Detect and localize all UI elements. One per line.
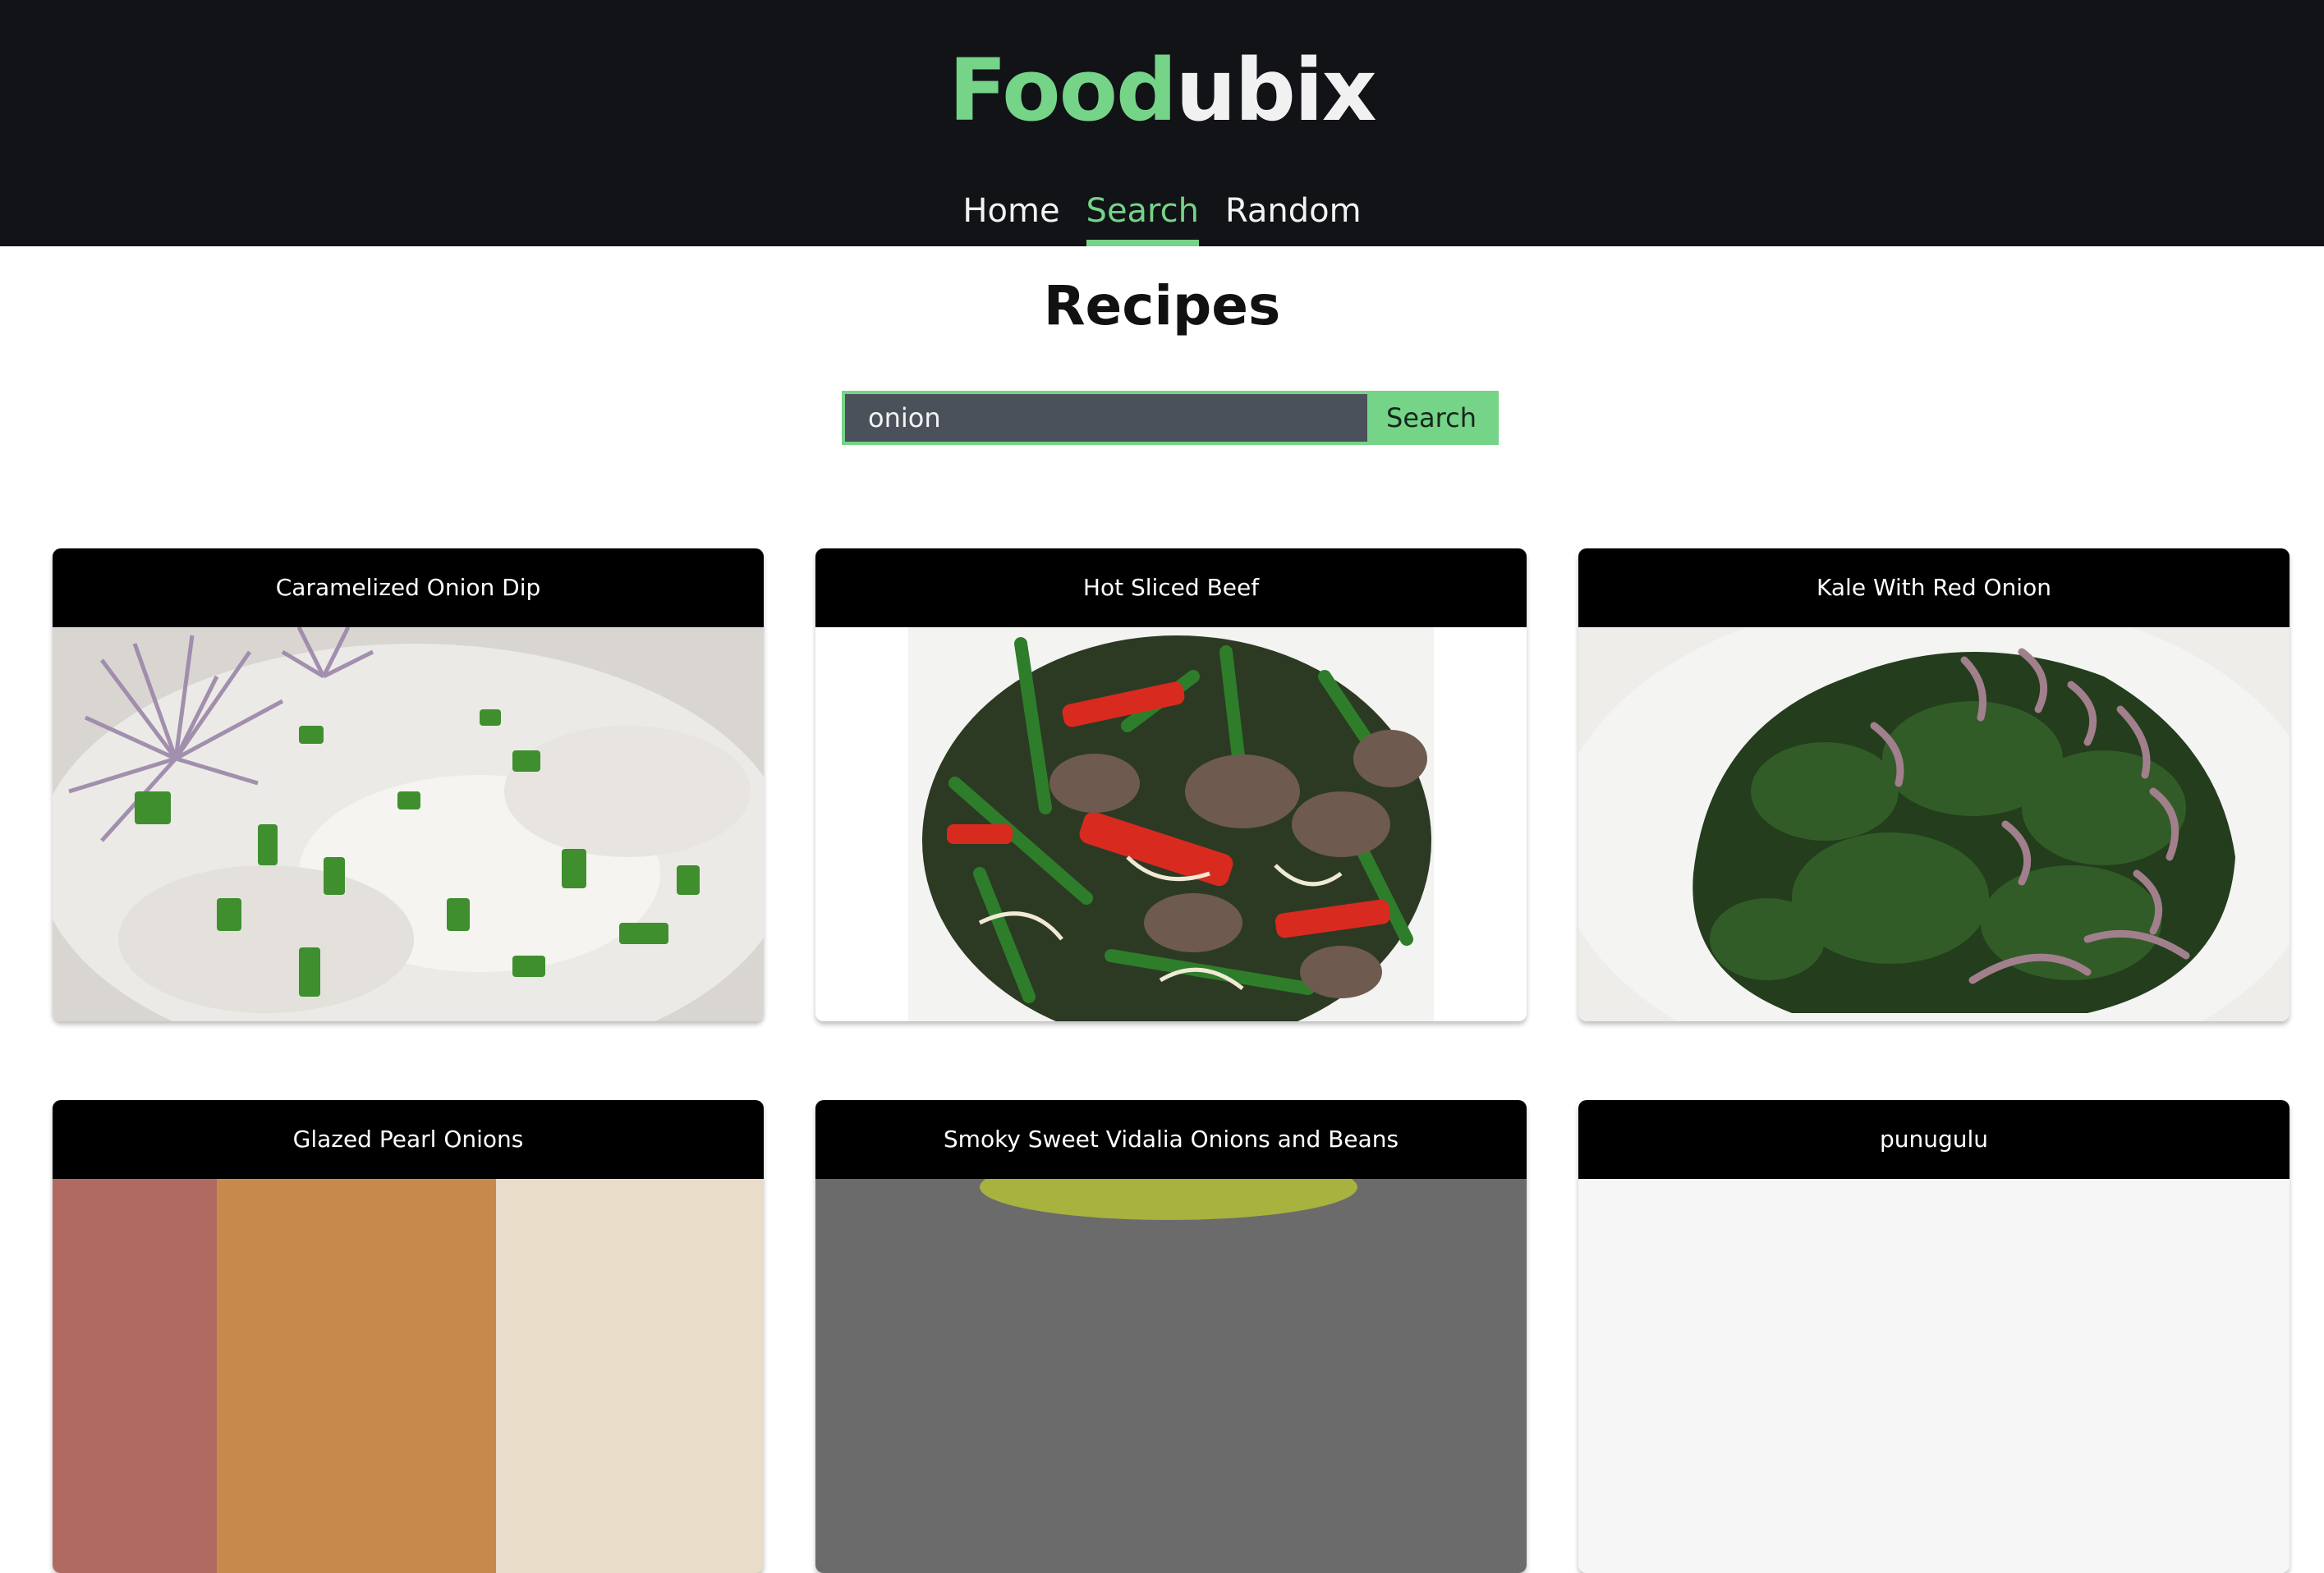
recipe-card-image[interactable] (53, 627, 764, 1021)
pearl-onions-photo (53, 1179, 764, 1573)
logo-part-food: Food (948, 40, 1177, 140)
recipe-card-title[interactable]: Smoky Sweet Vidalia Onions and Beans (815, 1100, 1527, 1179)
site-header: Foodubix Home Search Random (0, 0, 2324, 246)
site-logo[interactable]: Foodubix (0, 37, 2324, 144)
recipe-card[interactable]: Kale With Red Onion (1578, 548, 2290, 1021)
recipe-card-image[interactable] (53, 1179, 764, 1573)
recipe-card[interactable]: Hot Sliced Beef (815, 548, 1527, 1021)
punugulu-photo (1578, 1179, 2290, 1573)
recipe-card-image[interactable] (1578, 1179, 2290, 1573)
page-title: Recipes (1043, 274, 1281, 337)
recipe-card[interactable]: Glazed Pearl Onions (53, 1100, 764, 1573)
recipe-card-image[interactable] (1578, 627, 2290, 1021)
search-input[interactable] (845, 394, 1367, 442)
search-form: Search (842, 391, 1499, 445)
recipe-card[interactable]: Smoky Sweet Vidalia Onions and Beans (815, 1100, 1527, 1573)
nav-search[interactable]: Search (1086, 179, 1200, 246)
nav-home[interactable]: Home (962, 179, 1059, 246)
recipe-card-title[interactable]: Glazed Pearl Onions (53, 1100, 764, 1179)
search-button[interactable]: Search (1367, 394, 1495, 442)
recipe-card-title[interactable]: Hot Sliced Beef (815, 548, 1527, 627)
recipe-card[interactable]: Caramelized Onion Dip (53, 548, 764, 1021)
beef-stir-fry-photo (815, 627, 1527, 1021)
recipe-card-image[interactable] (815, 1179, 1527, 1573)
main-nav: Home Search Random (0, 179, 2324, 246)
kale-red-onion-photo (1578, 627, 2290, 1021)
onion-dip-photo (53, 627, 764, 1021)
recipe-card-image[interactable] (815, 627, 1527, 1021)
vidalia-onions-beans-photo (815, 1179, 1527, 1573)
nav-random[interactable]: Random (1225, 179, 1362, 246)
recipe-card[interactable]: punugulu (1578, 1100, 2290, 1573)
logo-part-ubix: ubix (1175, 40, 1376, 140)
recipe-card-title[interactable]: Caramelized Onion Dip (53, 548, 764, 627)
recipe-card-title[interactable]: Kale With Red Onion (1578, 548, 2290, 627)
recipe-card-title[interactable]: punugulu (1578, 1100, 2290, 1179)
